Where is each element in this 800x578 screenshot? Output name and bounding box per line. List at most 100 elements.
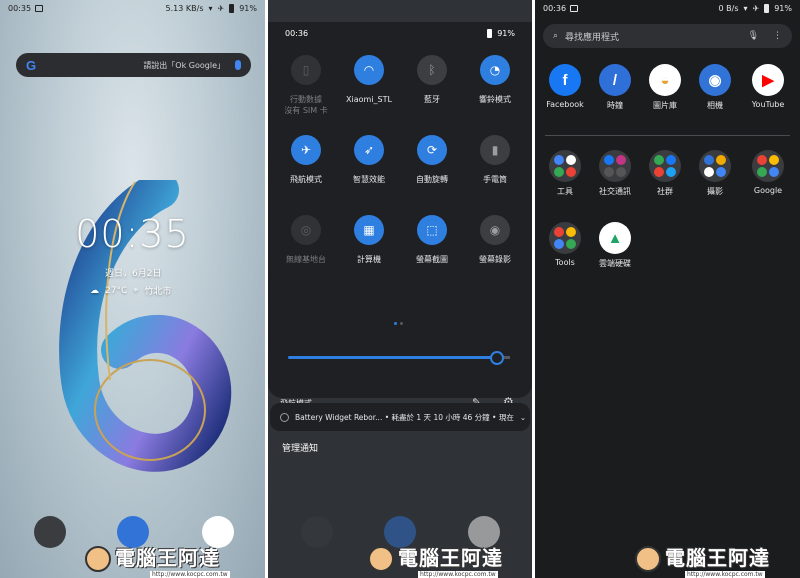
tile-calculator[interactable]: ▦ 計算機 [336,215,402,265]
app-search-bar[interactable]: ⌕ 尋找應用程式 🎙︎ ⋮ [543,24,792,48]
app-label: YouTube [751,100,785,109]
google-folder-icon [752,150,784,182]
tile-label: 螢幕錄影 [479,255,511,264]
tile-rotate[interactable]: ⟳ 自動旋轉 [399,135,465,185]
weather-cloud-icon: ☁ [90,285,99,296]
mic-icon[interactable] [235,60,241,70]
tile-label: 無線基地台 [286,255,326,264]
community-folder-icon [649,150,681,182]
dock-folder-icon[interactable] [34,516,66,548]
more-options-icon[interactable]: ⋮ [773,31,782,41]
bell-icon: ◔ [480,55,510,85]
battery-icon [764,3,770,13]
image-notification-icon [570,4,579,12]
watermark-logo: 電腦王阿達 [368,542,503,572]
google-search-bar[interactable]: G 請說出「Ok Google」 [16,53,251,77]
section-divider [545,135,790,136]
status-bar: 00:36 91% [268,25,532,41]
watermark-url: http://www.kocpc.com.tw [685,571,765,578]
tile-wifi[interactable]: ◠ Xiaomi_STL [336,55,402,105]
wifi-icon: ◠ [354,55,384,85]
rotate-icon: ⟳ [417,135,447,165]
battery-notification[interactable]: Battery Widget Rebor... • 耗盡於 1 天 10 小時 … [270,403,530,431]
tile-label: 智慧效能 [353,175,385,184]
facebook-icon: f [549,64,581,96]
tile-bell[interactable]: ◔ 響鈴模式 [462,55,528,105]
battery-level: 91% [774,3,792,13]
status-bar: 00:35 5.13 KB/s ▾ ✈ 91% [0,0,265,16]
wifi-status-icon: ▾ [208,3,213,13]
tile-record[interactable]: ◉ 螢幕錄影 [462,215,528,265]
location-pin-icon: ⌖ [133,285,139,296]
tile-flashlight[interactable]: ▮ 手電筒 [462,135,528,185]
tile-label: 螢幕截圖 [416,255,448,264]
app-drawer-screen: 00:36 0 B/s ▾ ✈ 91% ⌕ 尋找應用程式 🎙︎ ⋮ f Faceb… [535,0,800,578]
rocket-icon: ➶ [354,135,384,165]
tile-label: 響鈴模式 [479,95,511,104]
brightness-slider[interactable] [288,356,510,359]
google-logo-icon: G [26,57,37,73]
network-speed: 0 B/s [718,3,739,13]
watermark-face-icon [635,546,661,572]
wifi-status-icon: ▾ [743,3,748,13]
weather-widget[interactable]: ☁ 27°C ⌖ 竹北市 [90,284,171,298]
social-folder-icon [599,150,631,182]
tile-screenshot[interactable]: ⬚ 螢幕截圖 [399,215,465,265]
tile-no-sim[interactable]: ▯ 行動數據 沒有 SIM 卡 [273,55,339,116]
brightness-thumb[interactable] [490,351,504,365]
image-notification-icon [35,4,44,12]
home-screen: 00:35 5.13 KB/s ▾ ✈ 91% G 請說出「Ok Google」… [0,0,265,578]
app-drive[interactable]: ▲ 雲端硬碟 [585,222,645,269]
app-label: 雲端硬碟 [599,259,631,268]
tile-rocket[interactable]: ➶ 智慧效能 [336,135,402,185]
tile-hotspot[interactable]: ◎ 無線基地台 [273,215,339,265]
tile-label: 計算機 [357,255,381,264]
watermark-url: http://www.kocpc.com.tw [418,571,498,578]
app-google-folder[interactable]: Google [738,150,798,195]
notification-text: Battery Widget Rebor... • 耗盡於 1 天 10 小時 … [295,412,514,422]
mic-icon[interactable]: 🎙︎ [748,31,759,41]
status-bar: 00:36 0 B/s ▾ ✈ 91% [535,0,800,16]
bluetooth-icon: ᛒ [417,55,447,85]
no-sim-icon: ▯ [291,55,321,85]
drive-icon: ▲ [599,222,631,254]
status-time: 00:36 [285,28,309,38]
search-icon: ⌕ [553,31,559,41]
date-label: 週日，6月2日 [105,269,162,279]
tile-bluetooth[interactable]: ᛒ 藍牙 [399,55,465,105]
watermark-url: http://www.kocpc.com.tw [150,571,230,578]
app-youtube[interactable]: ▶ YouTube [738,64,798,109]
quick-settings-panel: 00:36 91% ▯ 行動數據 沒有 SIM 卡 ◠ Xiaomi_STL ᛒ 藍牙 ◔ 響… [268,22,532,409]
tile-label: 行動數據 沒有 SIM 卡 [284,95,328,115]
screenshot-icon: ⬚ [417,215,447,245]
app-photo-folder[interactable]: 攝影 [685,150,745,197]
search-hint: 請說出「Ok Google」 [143,60,225,70]
app-camera[interactable]: ◉ 相機 [685,64,745,111]
camera-icon: ◉ [699,64,731,96]
temperature: 27°C [105,285,128,296]
quick-settings-screen: 00:36 91% ▯ 行動數據 沒有 SIM 卡 ◠ Xiaomi_STL ᛒ 藍牙 ◔ 響… [268,0,532,578]
watermark-face-icon [85,546,111,572]
airplane-icon: ✈ [291,135,321,165]
tools-icon [549,222,581,254]
watermark-logo: 電腦王阿達 [85,542,220,572]
record-icon: ◉ [480,215,510,245]
battery-icon [487,28,493,38]
manage-notifications-link[interactable]: 管理通知 [282,441,318,454]
watermark-logo: 電腦王阿達 [635,542,770,572]
status-time: 00:36 [543,3,567,13]
app-label: 攝影 [707,187,723,196]
search-placeholder: 尋找應用程式 [565,32,620,43]
dock-folder-icon [301,516,333,548]
chevron-down-icon[interactable]: ⌄ [520,413,526,422]
hotspot-icon: ◎ [291,215,321,245]
flashlight-icon: ▮ [480,135,510,165]
app-label: Google [753,186,783,195]
tile-airplane[interactable]: ✈ 飛航模式 [273,135,339,185]
tile-label: 手電筒 [483,175,507,184]
status-time: 00:35 [8,3,32,13]
watermark-face-icon [368,546,394,572]
photo-folder-icon [699,150,731,182]
page-indicator [394,322,403,325]
app-label: 相機 [707,101,723,110]
